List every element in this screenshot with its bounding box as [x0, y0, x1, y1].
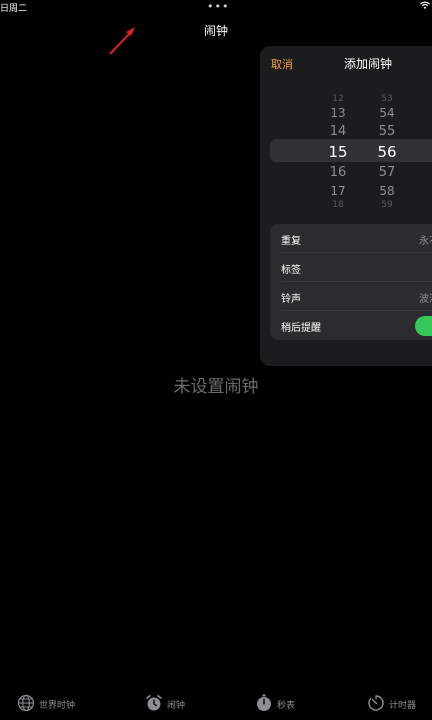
repeat-label: 重复 [281, 236, 301, 247]
minute-option[interactable]: 55 [372, 124, 402, 139]
minute-option[interactable]: 58 [372, 184, 402, 198]
minute-option[interactable]: 54 [372, 106, 402, 120]
page-title: 闹钟 [203, 24, 228, 38]
hour-option[interactable]: 16 [323, 165, 353, 180]
hour-option[interactable]: 12 [323, 94, 353, 104]
tab-stopwatch-label: 秒表 [277, 701, 296, 711]
annotation-arrow-icon [109, 27, 135, 55]
sound-row[interactable]: 铃声 波浪 [270, 282, 432, 311]
hour-option-selected[interactable]: 15 [323, 143, 353, 161]
globe-icon [17, 694, 35, 712]
alarm-settings-group: 重复 永不 标签 铃声 波浪 稍后提醒 [270, 224, 432, 340]
snooze-toggle[interactable] [415, 316, 432, 336]
hour-option[interactable]: 17 [323, 184, 353, 198]
empty-state-text: 未设置闹钟 [173, 377, 259, 397]
sound-value: 波浪 [419, 294, 432, 305]
add-alarm-sheet: 取消 添加闹钟 12 13 14 15 16 17 18 53 54 55 56… [260, 46, 432, 366]
tab-bar: 世界时钟 闹钟 秒表 计时器 [0, 690, 432, 720]
tab-alarm-label: 闹钟 [167, 701, 186, 711]
sound-label: 铃声 [281, 294, 301, 305]
hour-option[interactable]: 14 [323, 124, 353, 139]
label-row[interactable]: 标签 [270, 253, 432, 282]
cancel-button[interactable]: 取消 [271, 56, 293, 72]
wifi-icon [420, 1, 430, 12]
minute-option[interactable]: 53 [372, 94, 402, 104]
multitask-dots[interactable]: ••• [207, 0, 229, 13]
hour-option[interactable]: 13 [323, 106, 353, 120]
label-label: 标签 [281, 265, 301, 276]
status-date: 日周二 [0, 4, 28, 14]
alarm-clock-icon [146, 695, 162, 711]
hour-option[interactable]: 18 [323, 200, 353, 210]
repeat-value: 永不 [419, 236, 432, 247]
snooze-row: 稍后提醒 [270, 311, 432, 340]
timer-icon [368, 695, 384, 711]
minute-option[interactable]: 59 [372, 200, 402, 210]
minute-option[interactable]: 57 [372, 165, 402, 180]
repeat-row[interactable]: 重复 永不 [270, 224, 432, 253]
sheet-title: 添加闹钟 [344, 57, 393, 71]
stopwatch-icon [257, 694, 271, 711]
minute-option-selected[interactable]: 56 [372, 143, 402, 161]
snooze-label: 稍后提醒 [281, 323, 321, 334]
tab-timer-label: 计时器 [389, 701, 417, 711]
tab-world-clock-label: 世界时钟 [39, 701, 76, 711]
